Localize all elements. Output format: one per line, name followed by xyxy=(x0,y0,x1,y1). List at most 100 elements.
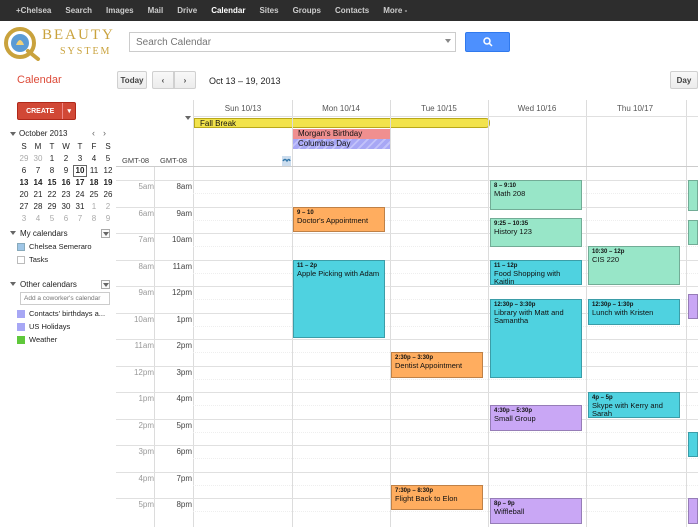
nav-drive[interactable]: Drive xyxy=(177,6,197,15)
mini-day-cell[interactable]: 28 xyxy=(31,201,45,213)
mini-day-cell[interactable]: 26 xyxy=(101,189,115,201)
calendar-event[interactable]: 4:30p – 5:30p Small Group xyxy=(490,405,582,431)
nav-chelsea[interactable]: +Chelsea xyxy=(16,6,51,15)
day-header-tue[interactable]: Tue 10/15 xyxy=(390,104,488,113)
weather-icon[interactable] xyxy=(282,156,291,166)
nav-mail[interactable]: Mail xyxy=(148,6,164,15)
add-coworker-calendar-input[interactable] xyxy=(20,292,110,305)
day-header-wed[interactable]: Wed 10/16 xyxy=(488,104,586,113)
mini-day-cell[interactable]: 8 xyxy=(45,165,59,177)
nav-calendar[interactable]: Calendar xyxy=(211,6,245,15)
mini-day-cell[interactable]: 1 xyxy=(45,153,59,165)
calendar-event-partial[interactable] xyxy=(688,498,698,524)
mini-day-cell[interactable]: 11 xyxy=(87,165,101,177)
calendar-item-tasks[interactable]: Tasks xyxy=(17,255,48,264)
mini-day-cell[interactable]: 16 xyxy=(59,177,73,189)
mini-day-cell[interactable]: 23 xyxy=(59,189,73,201)
search-options-caret-icon[interactable] xyxy=(445,39,451,43)
calendar-event[interactable]: 2:30p – 3:30p Dentist Appointment xyxy=(391,352,483,378)
mini-day-cell[interactable]: 27 xyxy=(17,201,31,213)
calendar-event[interactable]: 4p – 5p Skype with Kerry and Sarah xyxy=(588,392,680,418)
calendar-event[interactable]: 9:25 – 10:35 History 123 xyxy=(490,217,582,248)
mini-day-cell[interactable]: 18 xyxy=(87,177,101,189)
mini-day-cell[interactable]: 21 xyxy=(31,189,45,201)
collapse-triangle-icon[interactable] xyxy=(10,132,16,136)
mini-day-cell[interactable]: 6 xyxy=(59,213,73,225)
mini-day-cell[interactable]: 4 xyxy=(31,213,45,225)
mini-day-cell[interactable]: 5 xyxy=(45,213,59,225)
mini-day-cell[interactable]: 13 xyxy=(17,177,31,189)
mini-day-cell[interactable]: 24 xyxy=(73,189,87,201)
mini-day-cell[interactable]: 14 xyxy=(31,177,45,189)
other-calendars-header[interactable]: Other calendars xyxy=(10,280,77,289)
calendar-item-chelsea[interactable]: Chelsea Semeraro xyxy=(17,242,92,251)
allday-event-fall-break[interactable]: Fall Break xyxy=(194,118,490,128)
day-view-button[interactable]: Day xyxy=(670,71,698,89)
calendar-item-us-holidays[interactable]: US Holidays xyxy=(17,322,70,331)
day-header-thu[interactable]: Thu 10/17 xyxy=(586,104,684,113)
mini-day-cell[interactable]: 19 xyxy=(101,177,115,189)
allday-event-columbus-day[interactable]: Columbus Day xyxy=(293,139,390,149)
calendar-event-partial[interactable] xyxy=(688,180,698,211)
mini-day-cell[interactable]: 12 xyxy=(101,165,115,177)
mini-day-cell[interactable]: 22 xyxy=(45,189,59,201)
calendar-item-weather[interactable]: Weather xyxy=(17,335,57,344)
nav-groups[interactable]: Groups xyxy=(293,6,321,15)
mini-day-cell[interactable]: 2 xyxy=(101,201,115,213)
calendar-event[interactable]: 10:30 – 12p CIS 220 xyxy=(588,246,680,285)
calendar-event-partial[interactable] xyxy=(688,219,698,246)
calendar-item-contacts-birthdays[interactable]: Contacts' birthdays a... xyxy=(17,309,105,318)
calendar-event[interactable]: 11 – 2p Apple Picking with Adam xyxy=(293,259,385,338)
next-period-button[interactable]: › xyxy=(174,71,196,89)
mini-day-cell[interactable]: 15 xyxy=(45,177,59,189)
nav-contacts[interactable]: Contacts xyxy=(335,6,369,15)
mini-day-cell[interactable]: 8 xyxy=(87,213,101,225)
mini-day-cell[interactable]: 5 xyxy=(101,153,115,165)
mini-day-cell[interactable]: 3 xyxy=(73,153,87,165)
calendar-event[interactable]: 8p – 9p Wiffleball xyxy=(490,498,582,524)
my-calendars-menu-icon[interactable] xyxy=(101,229,110,238)
search-input[interactable] xyxy=(129,32,456,52)
calendar-event-partial[interactable] xyxy=(688,431,698,458)
mini-day-cell[interactable]: 25 xyxy=(87,189,101,201)
nav-more[interactable]: More - xyxy=(383,6,407,15)
calendar-event[interactable]: 7:30p – 8:30p Flight Back to Elon xyxy=(391,484,483,511)
mini-day-cell[interactable]: 20 xyxy=(17,189,31,201)
nav-images[interactable]: Images xyxy=(106,6,134,15)
nav-search[interactable]: Search xyxy=(65,6,92,15)
calendar-event[interactable]: 8 – 9:10 Math 208 xyxy=(490,180,582,210)
calendar-event-partial[interactable] xyxy=(688,293,698,320)
nav-sites[interactable]: Sites xyxy=(259,6,278,15)
previous-period-button[interactable]: ‹ xyxy=(152,71,174,89)
allday-collapse-icon[interactable] xyxy=(185,116,191,120)
mini-day-cell[interactable]: 10 xyxy=(73,165,87,177)
allday-event-morgans-birthday[interactable]: Morgan's Birthday xyxy=(293,129,390,139)
calendar-event[interactable]: 12:30p – 1:30p Lunch with Kristen xyxy=(588,299,680,325)
mini-day-cell[interactable]: 1 xyxy=(87,201,101,213)
mini-day-cell[interactable]: 30 xyxy=(31,153,45,165)
calendar-event[interactable]: 12:30p – 3:30p Library with Matt and Sama… xyxy=(490,299,582,378)
mini-day-cell[interactable]: 7 xyxy=(73,213,87,225)
mini-day-cell[interactable]: 3 xyxy=(17,213,31,225)
beauty-system-logo[interactable]: BEAUTY SYSTEM xyxy=(2,25,124,61)
calendar-event[interactable]: 9 – 10 Doctor's Appointment xyxy=(293,206,385,232)
search-button[interactable] xyxy=(465,32,510,52)
calendar-event[interactable]: 11 – 12p Food Shopping with Kaitlin xyxy=(490,259,582,285)
mini-day-cell[interactable]: 6 xyxy=(17,165,31,177)
mini-day-cell[interactable]: 29 xyxy=(17,153,31,165)
mini-day-cell[interactable]: 9 xyxy=(101,213,115,225)
other-calendars-menu-icon[interactable] xyxy=(101,280,110,289)
mini-day-cell[interactable]: 30 xyxy=(59,201,73,213)
mini-prev-month-icon[interactable]: ‹ xyxy=(92,128,95,138)
today-button[interactable]: Today xyxy=(117,71,147,89)
mini-day-cell[interactable]: 17 xyxy=(73,177,87,189)
mini-day-cell[interactable]: 31 xyxy=(73,201,87,213)
mini-day-cell[interactable]: 4 xyxy=(87,153,101,165)
day-header-mon[interactable]: Mon 10/14 xyxy=(292,104,390,113)
mini-day-cell[interactable]: 7 xyxy=(31,165,45,177)
mini-day-cell[interactable]: 9 xyxy=(59,165,73,177)
create-event-button[interactable]: CREATE ▾ xyxy=(17,102,76,120)
mini-day-cell[interactable]: 2 xyxy=(59,153,73,165)
my-calendars-header[interactable]: My calendars xyxy=(10,229,68,238)
day-header-sun[interactable]: Sun 10/13 xyxy=(194,104,292,113)
